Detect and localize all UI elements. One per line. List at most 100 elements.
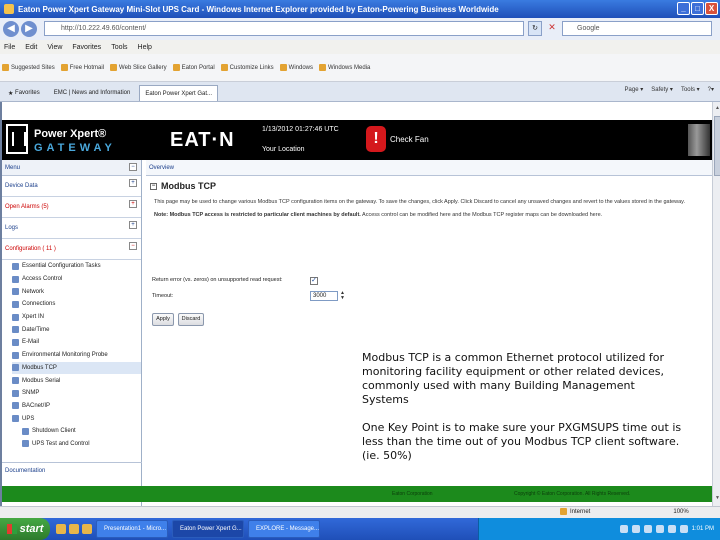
help-menu[interactable]: ?▾ — [708, 86, 714, 93]
expand-icon[interactable]: + — [129, 200, 137, 208]
task-powerpoint[interactable]: Presentation1 - Micro... — [96, 520, 168, 538]
search-input[interactable]: Google — [562, 21, 712, 36]
timeout-input[interactable]: 3000 — [310, 291, 338, 301]
tools-menu[interactable]: Tools ▾ — [681, 86, 700, 93]
scroll-up-icon[interactable]: ▲ — [714, 104, 720, 112]
sidebar-item-modbus-tcp[interactable]: Modbus TCP — [12, 361, 141, 375]
sidebar-item-network[interactable]: Network — [12, 285, 141, 298]
fav-eaton-portal[interactable]: Eaton Portal — [172, 64, 215, 71]
sidebar-item-snmp[interactable]: SNMP — [12, 387, 141, 400]
start-button[interactable]: start — [0, 518, 50, 540]
fav-label: Suggested Sites — [11, 64, 55, 71]
sidebar-item-connections[interactable]: Connections — [12, 298, 141, 311]
item-label: UPS Test and Control — [32, 440, 90, 447]
back-button[interactable]: ◀ — [3, 21, 19, 37]
header-location: Your Location — [262, 146, 305, 153]
menu-edit[interactable]: Edit — [25, 44, 37, 51]
menu-file[interactable]: File — [4, 44, 15, 51]
expand-icon[interactable]: + — [129, 179, 137, 187]
volume-icon[interactable] — [631, 525, 640, 533]
stop-icon[interactable]: ✕ — [545, 21, 559, 36]
scroll-down-icon[interactable]: ▼ — [714, 494, 720, 502]
sidebar-section-logs[interactable]: Logs + — [2, 218, 141, 239]
sidebar-item-essential-config[interactable]: Essential Configuration Tasks — [12, 260, 141, 273]
window-controls: _ □ X — [677, 2, 718, 15]
menu-bar: File Edit View Favorites Tools Help — [0, 40, 720, 54]
page-icon — [110, 64, 118, 71]
sidebar-item-email[interactable]: E-Mail — [12, 336, 141, 349]
scrollbar-thumb[interactable] — [714, 116, 720, 176]
favorites-button[interactable]: ★ Favorites — [3, 85, 45, 101]
sidebar-item-access-control[interactable]: Access Control — [12, 273, 141, 286]
discard-button[interactable]: Discard — [178, 313, 204, 326]
fav-windows[interactable]: Windows — [279, 64, 313, 71]
overview-header: Overview — [146, 160, 712, 176]
page-icon — [220, 64, 228, 71]
minimize-button[interactable]: _ — [677, 2, 690, 15]
alert-text[interactable]: Check Fan — [390, 135, 429, 144]
sidebar-item-ups-test-control[interactable]: UPS Test and Control — [12, 438, 141, 451]
system-clock[interactable]: 1:01 PM — [692, 526, 714, 532]
network-icon[interactable] — [619, 525, 628, 533]
timeout-stepper[interactable]: ▲ ▼ — [340, 291, 346, 301]
url-input[interactable]: http://10.222.49.60/content/ — [44, 21, 524, 36]
page-icon — [2, 64, 9, 71]
sidebar-item-modbus-serial[interactable]: Modbus Serial — [12, 374, 141, 387]
page-menu[interactable]: Page ▾ — [625, 86, 644, 93]
close-button[interactable]: X — [705, 2, 718, 15]
section-label: Open Alarms (5) — [5, 204, 49, 210]
tab-emc-news[interactable]: EMC | News and Information — [49, 85, 136, 101]
fav-suggested-sites[interactable]: Suggested Sites — [2, 64, 55, 71]
security-icon[interactable] — [643, 525, 652, 533]
probe-icon — [12, 351, 19, 359]
outlook-icon[interactable] — [82, 524, 92, 534]
sidebar-documentation[interactable]: Documentation — [2, 462, 142, 478]
footer-company-link[interactable]: Eaton Corporation — [392, 491, 433, 497]
menu-help[interactable]: Help — [138, 44, 152, 51]
maximize-button[interactable]: □ — [691, 2, 704, 15]
sidebar-section-device-data[interactable]: Device Data + — [2, 176, 141, 197]
sidebar-section-configuration[interactable]: Configuration ( 11 ) − — [2, 239, 141, 260]
menu-favorites[interactable]: Favorites — [72, 44, 101, 51]
alert-icon[interactable]: ! — [366, 126, 386, 152]
desktop-icon[interactable] — [69, 524, 79, 534]
fav-hotmail[interactable]: Free Hotmail — [60, 64, 104, 71]
sidebar-item-date-time[interactable]: Date/Time — [12, 323, 141, 336]
collapse-icon[interactable]: − — [129, 242, 137, 250]
fav-windows-media[interactable]: Windows Media — [319, 64, 370, 71]
stepper-down-icon[interactable]: ▼ — [340, 296, 346, 301]
messenger-icon[interactable] — [667, 525, 676, 533]
vertical-scrollbar[interactable]: ▲ ▼ — [712, 102, 720, 506]
fav-web-slice[interactable]: Web Slice Gallery — [110, 64, 167, 71]
expand-icon[interactable]: + — [129, 221, 137, 229]
note-text: Access control can be modified here and … — [360, 212, 603, 218]
printer-icon[interactable] — [679, 525, 688, 533]
fav-customize-links[interactable]: Customize Links — [220, 64, 274, 71]
note-bold: Note: Modbus TCP access is restricted to… — [154, 212, 361, 218]
zoom-level[interactable]: 100% — [673, 509, 688, 515]
collapse-icon[interactable]: − — [150, 182, 157, 190]
menu-view[interactable]: View — [47, 44, 62, 51]
update-icon[interactable] — [655, 525, 664, 533]
collapse-icon[interactable]: − — [129, 163, 137, 171]
fav-label: Windows Media — [328, 64, 371, 71]
menu-tools[interactable]: Tools — [111, 44, 127, 51]
sidebar-item-bacnet[interactable]: BACnet/IP — [12, 400, 141, 413]
sidebar-item-shutdown-client[interactable]: Shutdown Client — [12, 425, 141, 438]
favorites-label: Favorites — [15, 90, 40, 96]
forward-button[interactable]: ▶ — [21, 21, 37, 37]
sidebar-item-ups[interactable]: UPS — [12, 412, 141, 425]
config-icon — [12, 262, 19, 270]
task-eaton-browser[interactable]: Eaton Power Xpert G... — [172, 520, 244, 538]
tab-eaton-power-xpert[interactable]: Eaton Power Xpert Gat... — [139, 85, 219, 101]
safety-menu[interactable]: Safety ▾ — [651, 86, 673, 93]
task-explore-message[interactable]: EXPLORE - Message... — [248, 520, 320, 538]
ie-icon[interactable] — [56, 524, 66, 534]
return-error-checkbox[interactable]: ✓ — [310, 277, 318, 285]
apply-button[interactable]: Apply — [152, 313, 174, 326]
section-title: Modbus TCP — [161, 181, 216, 191]
sidebar-item-xpert-in[interactable]: Xpert IN — [12, 311, 141, 324]
refresh-icon[interactable]: ↻ — [528, 21, 542, 36]
sidebar-item-env-probe[interactable]: Environmental Monitoring Probe — [12, 349, 141, 362]
sidebar-section-open-alarms[interactable]: Open Alarms (5) + — [2, 197, 141, 218]
